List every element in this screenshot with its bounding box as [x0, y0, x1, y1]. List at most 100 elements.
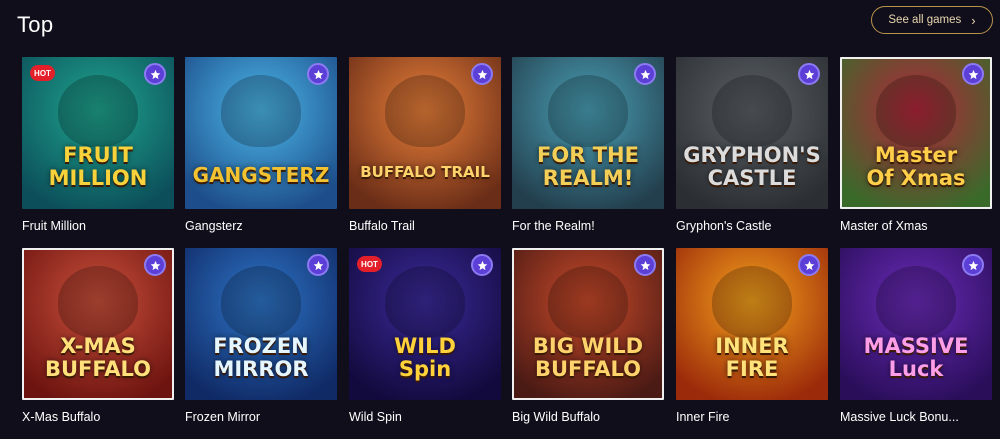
game-title[interactable]: Big Wild Buffalo — [512, 410, 664, 424]
game-logo: FRUIT MILLION — [22, 145, 174, 191]
game-logo: GRYPHON'S CASTLE — [676, 145, 828, 191]
hot-badge: HOT — [357, 256, 382, 272]
game-artwork — [58, 75, 138, 147]
star-icon[interactable] — [634, 254, 656, 276]
chevron-right-icon: › — [971, 12, 976, 28]
game-thumbnail[interactable]: Master Of Xmas — [840, 57, 992, 209]
game-logo: INNER FIRE — [676, 336, 828, 382]
star-icon[interactable] — [962, 63, 984, 85]
star-icon[interactable] — [634, 63, 656, 85]
game-logo: WILD Spin — [349, 336, 501, 382]
game-title[interactable]: Wild Spin — [349, 410, 501, 424]
game-artwork — [712, 266, 792, 338]
game-card[interactable]: WILD Spin HOT Wild Spin — [349, 248, 501, 432]
game-artwork — [221, 75, 301, 147]
game-card[interactable]: FROZEN MIRROR Frozen Mirror — [185, 248, 337, 432]
game-logo-line: CASTLE — [707, 166, 797, 190]
game-card[interactable]: GANGSTERZ Gangsterz — [185, 57, 337, 241]
game-logo-line: FRUIT — [63, 143, 133, 167]
game-logo-line: Master — [874, 143, 958, 167]
game-logo-line: INNER — [715, 334, 789, 358]
game-card[interactable]: INNER FIRE Inner Fire — [676, 248, 828, 432]
game-thumbnail[interactable]: INNER FIRE — [676, 248, 828, 400]
game-logo: X-MAS BUFFALO — [22, 336, 174, 382]
game-logo-line: Of Xmas — [866, 166, 966, 190]
game-logo: BUFFALO TRAIL — [349, 165, 501, 182]
section-title: Top — [17, 12, 54, 37]
game-logo-line: X-MAS — [60, 334, 136, 358]
see-all-label: See all games — [888, 14, 962, 26]
star-icon[interactable] — [144, 254, 166, 276]
game-card[interactable]: BIG WILD BUFFALO Big Wild Buffalo — [512, 248, 664, 432]
game-thumbnail[interactable]: FROZEN MIRROR — [185, 248, 337, 400]
game-logo-line: GANGSTERZ — [192, 163, 330, 187]
game-logo-line: BUFFALO TRAIL — [360, 163, 490, 181]
star-icon[interactable] — [798, 63, 820, 85]
game-title[interactable]: Master of Xmas — [840, 219, 992, 233]
game-thumbnail[interactable]: BIG WILD BUFFALO — [512, 248, 664, 400]
game-logo-line: FROZEN — [213, 334, 309, 358]
game-thumbnail[interactable]: FOR THE REALM! — [512, 57, 664, 209]
game-thumbnail[interactable]: MASSIVE Luck — [840, 248, 992, 400]
game-title[interactable]: Fruit Million — [22, 219, 174, 233]
game-card[interactable]: GRYPHON'S CASTLE Gryphon's Castle — [676, 57, 828, 241]
game-card[interactable]: MASSIVE Luck Massive Luck Bonu... — [840, 248, 992, 432]
game-artwork — [876, 266, 956, 338]
game-thumbnail[interactable]: X-MAS BUFFALO — [22, 248, 174, 400]
game-logo: FOR THE REALM! — [512, 145, 664, 191]
game-logo-line: BIG WILD — [532, 334, 644, 358]
star-icon[interactable] — [798, 254, 820, 276]
game-thumbnail[interactable]: WILD Spin HOT — [349, 248, 501, 400]
game-logo-line: BUFFALO — [534, 357, 642, 381]
game-artwork — [712, 75, 792, 147]
game-logo-line: FOR THE — [537, 143, 639, 167]
game-card[interactable]: Master Of Xmas Master of Xmas — [840, 57, 992, 241]
game-artwork — [548, 266, 628, 338]
star-icon[interactable] — [307, 254, 329, 276]
game-logo-line: Spin — [398, 357, 452, 381]
game-artwork — [548, 75, 628, 147]
game-logo-line: FIRE — [725, 357, 779, 381]
game-logo-line: Luck — [888, 357, 944, 381]
game-logo-line: REALM! — [542, 166, 634, 190]
game-title[interactable]: For the Realm! — [512, 219, 664, 233]
game-thumbnail[interactable]: GANGSTERZ — [185, 57, 337, 209]
game-logo: MASSIVE Luck — [840, 336, 992, 382]
game-logo: Master Of Xmas — [840, 145, 992, 191]
hot-badge: HOT — [30, 65, 55, 81]
game-thumbnail[interactable]: BUFFALO TRAIL — [349, 57, 501, 209]
star-icon[interactable] — [144, 63, 166, 85]
game-thumbnail[interactable]: GRYPHON'S CASTLE — [676, 57, 828, 209]
game-title[interactable]: Gryphon's Castle — [676, 219, 828, 233]
game-logo-line: MIRROR — [213, 357, 309, 381]
game-card[interactable]: X-MAS BUFFALO X-Mas Buffalo — [22, 248, 174, 432]
game-artwork — [221, 266, 301, 338]
game-title[interactable]: Buffalo Trail — [349, 219, 501, 233]
game-card[interactable]: FOR THE REALM! For the Realm! — [512, 57, 664, 241]
game-artwork — [385, 75, 465, 147]
game-artwork — [385, 266, 465, 338]
star-icon[interactable] — [962, 254, 984, 276]
star-icon[interactable] — [471, 254, 493, 276]
game-logo: FROZEN MIRROR — [185, 336, 337, 382]
game-card[interactable]: BUFFALO TRAIL Buffalo Trail — [349, 57, 501, 241]
star-icon[interactable] — [471, 63, 493, 85]
game-title[interactable]: Massive Luck Bonu... — [840, 410, 992, 424]
game-logo: BIG WILD BUFFALO — [512, 336, 664, 382]
game-thumbnail[interactable]: FRUIT MILLION HOT — [22, 57, 174, 209]
star-icon[interactable] — [307, 63, 329, 85]
game-logo-line: MILLION — [48, 166, 148, 190]
see-all-games-button[interactable]: See all games › — [871, 6, 993, 34]
game-artwork — [876, 75, 956, 147]
game-title[interactable]: Gangsterz — [185, 219, 337, 233]
game-logo: GANGSTERZ — [185, 165, 337, 187]
game-artwork — [58, 266, 138, 338]
game-title[interactable]: Frozen Mirror — [185, 410, 337, 424]
game-title[interactable]: X-Mas Buffalo — [22, 410, 174, 424]
game-title[interactable]: Inner Fire — [676, 410, 828, 424]
game-logo-line: MASSIVE — [863, 334, 969, 358]
game-logo-line: WILD — [394, 334, 456, 358]
game-card[interactable]: FRUIT MILLION HOT Fruit Million — [22, 57, 174, 241]
game-logo-line: GRYPHON'S — [683, 143, 821, 167]
section-header: Top See all games › — [0, 0, 1000, 50]
